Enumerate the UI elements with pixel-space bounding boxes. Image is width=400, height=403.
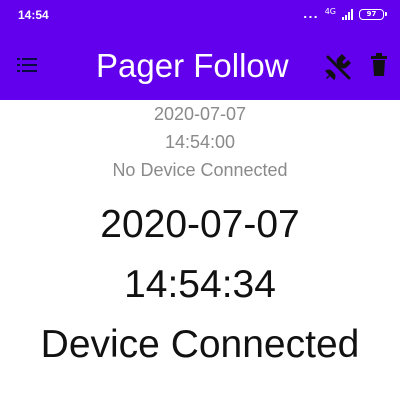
menu-icon[interactable] — [17, 58, 37, 72]
signal-icon — [342, 9, 353, 20]
power-plug-off-icon[interactable] — [324, 52, 354, 82]
status-content: 2020-07-07 14:54:00 No Device Connected … — [0, 100, 400, 375]
status-time: 14:54 — [18, 8, 49, 22]
page-title: Pager Follow — [96, 47, 289, 84]
app-bar: Pager Follow — [0, 30, 400, 100]
current-status-time: 14:54:34 — [124, 263, 276, 306]
trash-icon[interactable] — [370, 53, 388, 77]
current-status-date: 2020-07-07 — [100, 203, 300, 246]
battery-level: 97 — [366, 10, 377, 18]
status-bar: 14:54 ... 4G 97 — [0, 0, 400, 30]
battery-icon: 97 — [359, 9, 387, 20]
app-screen: 14:54 ... 4G 97 Pager Follow 2020-07-07 … — [0, 0, 400, 403]
current-status-message: Device Connected — [40, 323, 360, 366]
network-type-label: 4G — [324, 6, 336, 16]
status-icons: ... 4G 97 — [303, 6, 387, 21]
current-status-block: 2020-07-07 14:54:34 Device Connected — [0, 195, 400, 375]
previous-status-date: 2020-07-07 — [153, 104, 247, 124]
notification-dots-icon: ... — [303, 8, 319, 21]
previous-status-message: No Device Connected — [112, 160, 288, 180]
previous-status-time: 14:54:00 — [164, 132, 236, 152]
